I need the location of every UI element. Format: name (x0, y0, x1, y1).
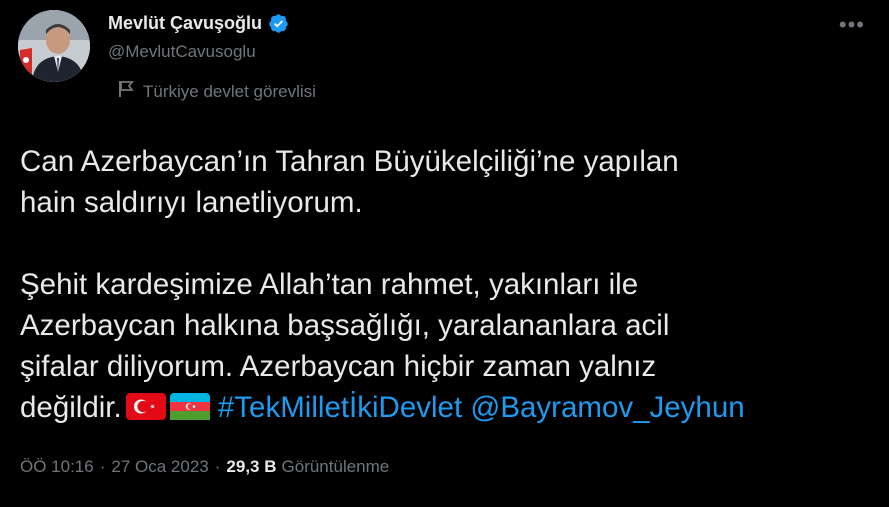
affiliation-label[interactable]: Türkiye devlet görevlisi (118, 80, 316, 103)
mention-link[interactable]: @Bayramov_Jeyhun (470, 391, 744, 424)
tweet-line: Şehit kardeşimize Allah’tan rahmet, yakı… (20, 268, 639, 301)
author-name[interactable]: Mevlüt Çavuşoğlu (108, 13, 262, 34)
author-header: Mevlüt Çavuşoğlu @MevlutCavusoglu (108, 8, 289, 62)
tweet-line: Azerbaycan halkına başsağlığı, yaralanan… (20, 309, 670, 342)
affiliation-text: Türkiye devlet görevlisi (143, 81, 316, 101)
tweet-line: şifalar diliyorum. Azerbaycan hiçbir zam… (20, 350, 657, 383)
hashtag-link[interactable]: #TekMilletİkiDevlet (218, 391, 462, 424)
turkey-flag-icon (125, 390, 166, 431)
meta-separator: · (214, 457, 221, 476)
meta-separator: · (99, 457, 106, 476)
tweet-line: Can Azerbaycan’ın Tahran Büyükelçiliği’n… (20, 145, 679, 178)
more-options-icon[interactable]: ••• (839, 12, 865, 38)
tweet-line: hain saldırıyı lanetliyorum. (20, 186, 363, 219)
verified-badge-icon[interactable] (268, 13, 289, 34)
views-label: Görüntülenme (281, 457, 390, 476)
tweet-line-final: değildir. #TekMilletİkiDevlet @Bayramov_… (20, 387, 880, 431)
tweet-time[interactable]: ÖÖ 10:16 (20, 457, 94, 477)
views-count[interactable]: 29,3 B (226, 457, 276, 477)
flag-outline-icon (118, 80, 134, 103)
tweet-text: Can Azerbaycan’ın Tahran Büyükelçiliği’n… (20, 141, 880, 431)
name-row: Mevlüt Çavuşoğlu (108, 8, 289, 38)
person-avatar-icon (18, 10, 90, 82)
tweet-meta: ÖÖ 10:16 · 27 Oca 2023 · 29,3 B Görüntül… (20, 457, 389, 477)
tweet-date[interactable]: 27 Oca 2023 (111, 457, 208, 477)
tweet-line-start: değildir. (20, 391, 122, 424)
avatar[interactable] (18, 10, 90, 82)
author-handle[interactable]: @MevlutCavusoglu (108, 42, 289, 62)
azerbaijan-flag-icon (169, 390, 210, 431)
